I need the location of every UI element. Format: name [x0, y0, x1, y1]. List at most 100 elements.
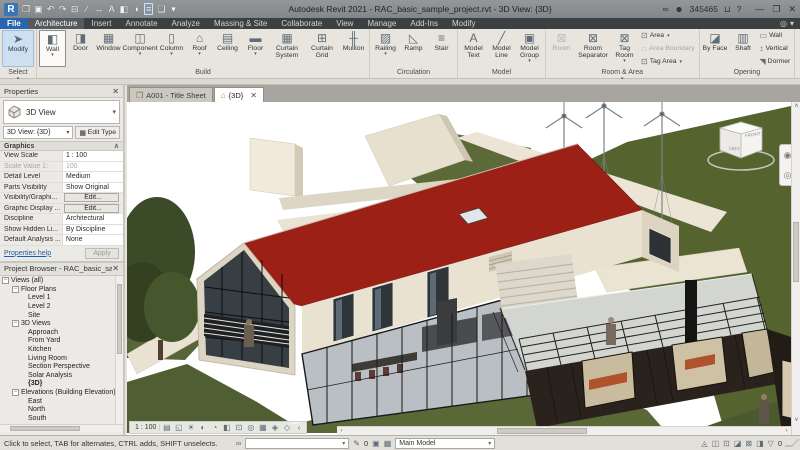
apply-button[interactable]: Apply	[85, 248, 119, 259]
ribbon-collapse-icon[interactable]: ▾	[790, 19, 794, 28]
detail-level-value[interactable]: Medium	[62, 172, 123, 182]
area-boundary-button[interactable]: ▱Area Boundary	[641, 44, 695, 53]
tag-area-button[interactable]: ⊡Tag Area	[641, 57, 695, 66]
section-icon[interactable]: ◑	[132, 4, 140, 14]
crop-view-icon[interactable]: ◔	[209, 422, 220, 433]
crop-region-icon[interactable]: ◧	[221, 422, 232, 433]
tree-item-living-room[interactable]: Living Room	[0, 354, 123, 363]
thin-lines-icon[interactable]: ≡	[144, 3, 153, 15]
displaced-elements-icon[interactable]: ◇	[281, 422, 292, 433]
redo-icon[interactable]: ↷	[59, 4, 67, 15]
editing-requests-icon[interactable]: ✎	[353, 439, 360, 448]
mullion-button[interactable]: ╫Mullion	[340, 30, 367, 67]
close-button[interactable]: ✕	[788, 4, 796, 15]
tree-item-site[interactable]: Site	[0, 311, 123, 320]
discipline-value[interactable]: Architectural	[62, 214, 123, 224]
panel-select-label[interactable]: Select	[0, 68, 36, 78]
select-by-face-icon[interactable]: ◨	[756, 439, 764, 448]
curtain-system-button[interactable]: ▦Curtain System	[270, 30, 304, 67]
select-underlay-icon[interactable]: ◪	[734, 439, 742, 448]
scroll-right-icon[interactable]: ›	[782, 427, 791, 435]
properties-help-link[interactable]: Properties help	[4, 250, 51, 257]
detail-level-icon[interactable]: ▤	[161, 422, 172, 433]
stair-button[interactable]: ≡Stair	[428, 30, 455, 67]
window-button[interactable]: ▦Window	[95, 30, 122, 67]
view-tab-3d[interactable]: ⌂ {3D} ✕	[214, 87, 264, 102]
tab-massing-site[interactable]: Massing & Site	[207, 18, 274, 29]
type-selector-caret-icon[interactable]: ▾	[112, 108, 116, 116]
undo-icon[interactable]: ↶	[47, 4, 55, 15]
section-collapse-icon[interactable]: ∧	[114, 142, 119, 150]
tab-addins[interactable]: Add-Ins	[403, 18, 445, 29]
qat-customize-icon[interactable]: ▾	[169, 4, 177, 15]
collapse-icon[interactable]: −	[12, 320, 19, 327]
type-selector[interactable]: 3D View ▾	[3, 100, 120, 124]
area-button[interactable]: ⊡Area	[641, 31, 695, 40]
print-icon[interactable]: ⊟	[71, 4, 79, 15]
tree-item-views-all[interactable]: −Views (all)	[0, 277, 123, 286]
panel-room-area-label[interactable]: Room & Area	[546, 68, 699, 78]
tree-item-floor-plans[interactable]: −Floor Plans	[0, 285, 123, 294]
shadows-icon[interactable]: ◐	[197, 422, 208, 433]
select-pinned-icon[interactable]: ⊠	[745, 439, 752, 448]
view-scale-value[interactable]: 1 : 100	[62, 151, 123, 161]
parts-visibility-value[interactable]: Show Original	[62, 183, 123, 193]
3d-model-scene[interactable]	[127, 102, 800, 435]
revit-logo-icon[interactable]: R	[4, 3, 18, 16]
dormer-button[interactable]: ◥Dormer	[760, 57, 791, 66]
ribbon-options-icon[interactable]: ◎	[780, 19, 787, 28]
tree-item-3d-views[interactable]: −3D Views	[0, 319, 123, 328]
workset-select[interactable]: ▾	[245, 438, 349, 449]
model-text-button[interactable]: AModel Text	[460, 30, 487, 67]
help-icon[interactable]: ?	[737, 4, 742, 14]
scroll-down-icon[interactable]: ∨	[792, 416, 800, 425]
view-tab-sheet[interactable]: ❐ A001 - Title Sheet	[129, 87, 213, 102]
minimize-button[interactable]: —	[755, 4, 764, 15]
scroll-up-icon[interactable]: ∧	[792, 102, 800, 111]
design-options-icon[interactable]: ▣	[372, 439, 380, 448]
worksets-icon[interactable]: ∞	[236, 439, 242, 448]
tree-item-south[interactable]: South	[0, 414, 123, 423]
tree-item-east[interactable]: East	[0, 397, 123, 406]
view-selector-combo[interactable]: 3D View: {3D} ▾	[3, 126, 73, 139]
column-button[interactable]: ▯Column	[158, 30, 185, 67]
vertical-opening-button[interactable]: ↕Vertical	[760, 44, 791, 53]
tree-item-solar-analysis[interactable]: Solar Analysis	[0, 371, 123, 380]
design-options-edit-icon[interactable]: ▦	[384, 439, 392, 448]
reveal-constraints-icon[interactable]: ‹	[293, 422, 304, 433]
wall-opening-button[interactable]: ▭Wall	[760, 31, 791, 40]
exclude-options-icon[interactable]: ◬	[701, 439, 707, 448]
text-icon[interactable]: A	[108, 4, 116, 14]
resize-grip[interactable]	[784, 439, 800, 447]
temporary-view-properties-icon[interactable]: ◈	[269, 422, 280, 433]
tab-insert[interactable]: Insert	[84, 18, 118, 29]
viewcube[interactable]: LEFT FRONT	[704, 116, 778, 180]
restore-button[interactable]: ❐	[772, 4, 780, 15]
model-line-button[interactable]: ╱Model Line	[488, 30, 515, 67]
aligned-dimension-icon[interactable]: ↔	[95, 4, 104, 14]
tab-view[interactable]: View	[329, 18, 360, 29]
search-icon[interactable]: ∞	[663, 4, 669, 14]
design-option-select[interactable]: Main Model ▾	[395, 438, 495, 449]
collapse-icon[interactable]: −	[12, 389, 19, 396]
show-hidden-lines-value[interactable]: By Discipline	[62, 225, 123, 235]
edit-type-button[interactable]: ▦ Edit Type	[75, 126, 120, 139]
shaft-button[interactable]: ▥Shaft	[730, 30, 757, 67]
tree-item-section-perspective[interactable]: Section Perspective	[0, 362, 123, 371]
ramp-button[interactable]: ◺Ramp	[400, 30, 427, 67]
scale-control[interactable]: 1 : 100	[132, 424, 160, 431]
graphic-display-edit-button[interactable]: Edit...	[64, 204, 119, 213]
tab-file[interactable]: File	[0, 18, 28, 29]
filter-icon[interactable]: ▽	[768, 439, 774, 448]
close-hidden-windows-icon[interactable]: ❏	[157, 4, 165, 15]
view-tab-close-icon[interactable]: ✕	[250, 91, 257, 100]
ceiling-button[interactable]: ▤Ceiling	[214, 30, 241, 67]
sun-path-icon[interactable]: ☀	[185, 422, 196, 433]
room-button[interactable]: ⊠Room	[548, 30, 575, 67]
properties-close-icon[interactable]: ✕	[112, 87, 119, 96]
tree-item-3d-current[interactable]: {3D}	[0, 380, 123, 389]
tree-item-level-1[interactable]: Level 1	[0, 294, 123, 303]
tab-modify[interactable]: Modify	[445, 18, 483, 29]
project-browser-hscrollbar[interactable]	[0, 424, 123, 432]
select-links-icon[interactable]: ⊡	[723, 439, 730, 448]
